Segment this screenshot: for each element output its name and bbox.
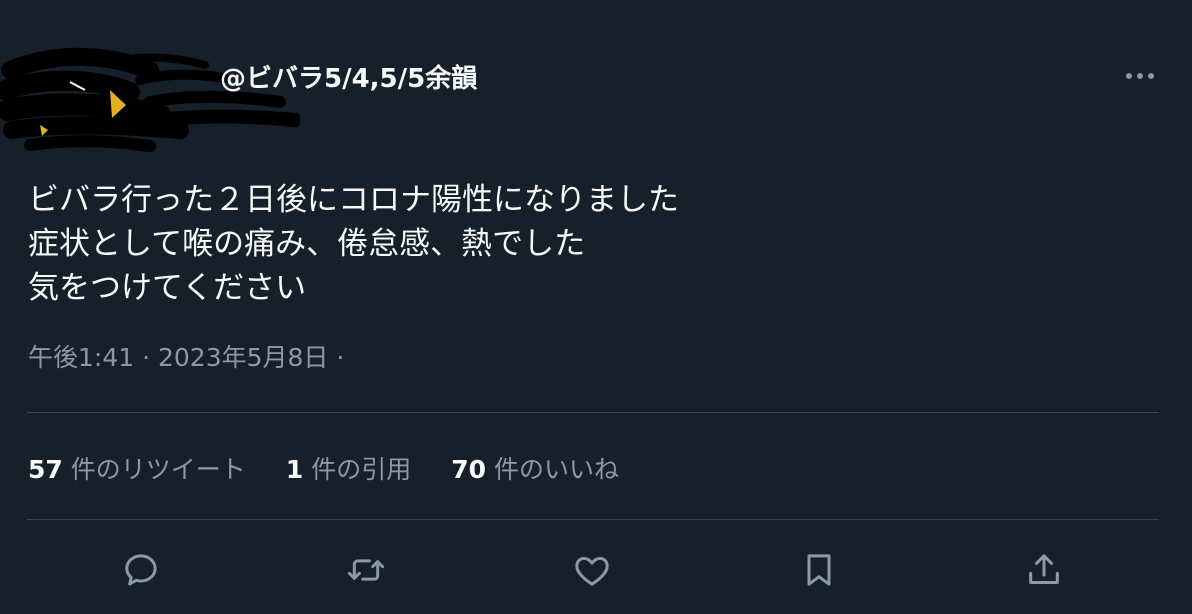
bookmark-button[interactable]	[789, 540, 849, 600]
tweet-text-line: 気をつけてください	[28, 270, 307, 306]
divider	[27, 519, 1159, 520]
reply-button[interactable]	[111, 540, 171, 600]
tweet-actions	[0, 540, 1192, 600]
likes-stat[interactable]: 70 件のいいね	[451, 450, 619, 486]
more-icon	[1126, 73, 1154, 79]
tweet-detail: @ビバラ5/4,5/5余韻 ビバラ行った２日後にコロナ陽性になりました 症状とし…	[0, 0, 1192, 614]
likes-label: 件のいいね	[494, 455, 620, 484]
more-options-button[interactable]	[1118, 56, 1162, 96]
retweets-count: 57	[28, 455, 63, 484]
reply-icon	[125, 554, 157, 586]
share-button[interactable]	[1014, 540, 1074, 600]
retweet-icon	[347, 559, 385, 581]
tweet-timestamp[interactable]: 午後1:41 · 2023年5月8日 ·	[28, 338, 344, 374]
quotes-label: 件の引用	[311, 455, 412, 484]
like-button[interactable]	[562, 540, 622, 600]
tweet-author-handle[interactable]: @ビバラ5/4,5/5余韻	[220, 58, 477, 95]
share-icon	[1029, 554, 1059, 584]
retweets-stat[interactable]: 57 件のリツイート	[28, 450, 246, 486]
retweet-button[interactable]	[336, 540, 396, 600]
tweet-text-line: 症状として喉の痛み、倦怠感、熱でした	[28, 226, 586, 262]
quotes-stat[interactable]: 1 件の引用	[286, 450, 411, 486]
bookmark-icon	[807, 554, 831, 586]
retweets-label: 件のリツイート	[70, 455, 246, 484]
quotes-count: 1	[285, 455, 304, 484]
divider	[27, 412, 1159, 413]
tweet-text-line: ビバラ行った２日後にコロナ陽性になりました	[28, 182, 679, 218]
redacted-avatar-scribble	[0, 47, 300, 152]
tweet-text: ビバラ行った２日後にコロナ陽性になりました 症状として喉の痛み、倦怠感、熱でした…	[28, 178, 1148, 310]
likes-count: 70	[451, 455, 487, 484]
heart-icon	[575, 556, 609, 586]
tweet-stats: 57 件のリツイート 1 件の引用 70 件のいいね	[28, 450, 659, 486]
